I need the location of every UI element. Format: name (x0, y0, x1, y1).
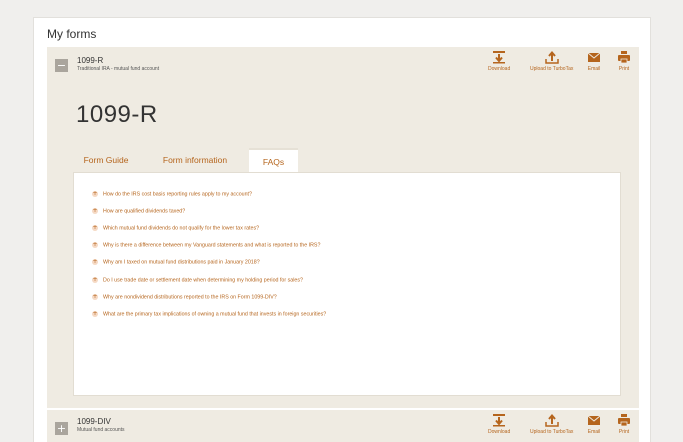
upload-icon (544, 50, 559, 64)
faq-content: + How do the IRS cost basis reporting rul… (73, 172, 621, 396)
faq-item[interactable]: + Why are nondividend distributions repor… (92, 294, 277, 300)
upload-label: Upload to TurboTax (530, 429, 574, 435)
email-label: Email (587, 429, 601, 435)
download-icon (493, 414, 506, 427)
plus-icon: + (92, 258, 98, 265)
upload-turbotax-button[interactable]: Upload to TurboTax (530, 413, 573, 435)
plus-icon: + (92, 276, 98, 283)
email-button[interactable]: Email (587, 413, 601, 435)
form-subtitle: Traditional IRA - mutual fund account (77, 66, 160, 72)
faq-question: How do the IRS cost basis reporting rule… (103, 191, 252, 198)
print-button[interactable]: Print (617, 413, 631, 435)
faq-question: How are qualified dividends taxed? (103, 208, 186, 215)
tab-form-guide[interactable]: Form Guide (75, 148, 137, 173)
envelope-icon (587, 52, 601, 62)
faq-item[interactable]: + How are qualified dividends taxed? (92, 208, 185, 214)
form-name: 1099-DIV (77, 417, 111, 426)
upload-turbotax-button[interactable]: Upload to TurboTax (530, 50, 573, 72)
plus-icon: + (92, 241, 98, 248)
download-icon (493, 51, 506, 64)
download-button[interactable]: Download (488, 50, 510, 72)
print-button[interactable]: Print (617, 50, 631, 72)
plus-icon: + (92, 224, 98, 231)
plus-icon: + (92, 293, 98, 300)
download-button[interactable]: Download (488, 413, 510, 435)
faq-item[interactable]: + Why am I taxed on mutual fund distribut… (92, 259, 260, 265)
tab-form-information[interactable]: Form information (147, 148, 243, 173)
form-panel-1099-r: − 1099-R Traditional IRA - mutual fund a… (47, 47, 639, 408)
faq-question: Which mutual fund dividends do not quali… (103, 225, 260, 232)
plus-icon: + (92, 190, 98, 197)
tab-faqs[interactable]: FAQs (249, 148, 298, 173)
faq-item[interactable]: + Why is there a difference between my Va… (92, 242, 320, 248)
faq-item[interactable]: + Which mutual fund dividends do not qual… (92, 225, 259, 231)
faq-item[interactable]: + Do I use trade date or settlement date … (92, 277, 303, 283)
faq-item[interactable]: + What are the primary tax implications o… (92, 311, 326, 317)
upload-label: Upload to TurboTax (530, 66, 574, 72)
faq-question: Why are nondividend distributions report… (103, 294, 277, 301)
plus-icon: + (92, 207, 98, 214)
faq-question: Do I use trade date or settlement date w… (103, 277, 303, 284)
download-label: Download (488, 66, 511, 72)
form-name: 1099-R (77, 56, 104, 65)
collapse-toggle-button[interactable]: − (55, 59, 68, 72)
faq-question: Why is there a difference between my Van… (103, 242, 321, 249)
email-button[interactable]: Email (587, 50, 601, 72)
page-title: My forms (47, 27, 97, 41)
print-label: Print (618, 429, 630, 435)
email-label: Email (587, 66, 601, 72)
expand-toggle-button[interactable]: + (55, 422, 68, 435)
upload-icon (544, 413, 559, 427)
printer-icon (618, 51, 630, 64)
form-subtitle: Mutual fund accounts (77, 427, 125, 433)
faq-question: Why am I taxed on mutual fund distributi… (103, 259, 260, 266)
forms-page: My forms − 1099-R Traditional IRA - mutu… (33, 17, 651, 442)
envelope-icon (587, 415, 601, 425)
form-panel-1099-div: + 1099-DIV Mutual fund accounts Download… (47, 410, 639, 442)
plus-icon: + (92, 310, 98, 317)
faq-item[interactable]: + How do the IRS cost basis reporting rul… (92, 191, 252, 197)
faq-question: What are the primary tax implications of… (103, 311, 327, 318)
download-label: Download (488, 429, 511, 435)
form-heading: 1099-R (76, 101, 158, 128)
printer-icon (618, 414, 630, 427)
print-label: Print (618, 66, 630, 72)
